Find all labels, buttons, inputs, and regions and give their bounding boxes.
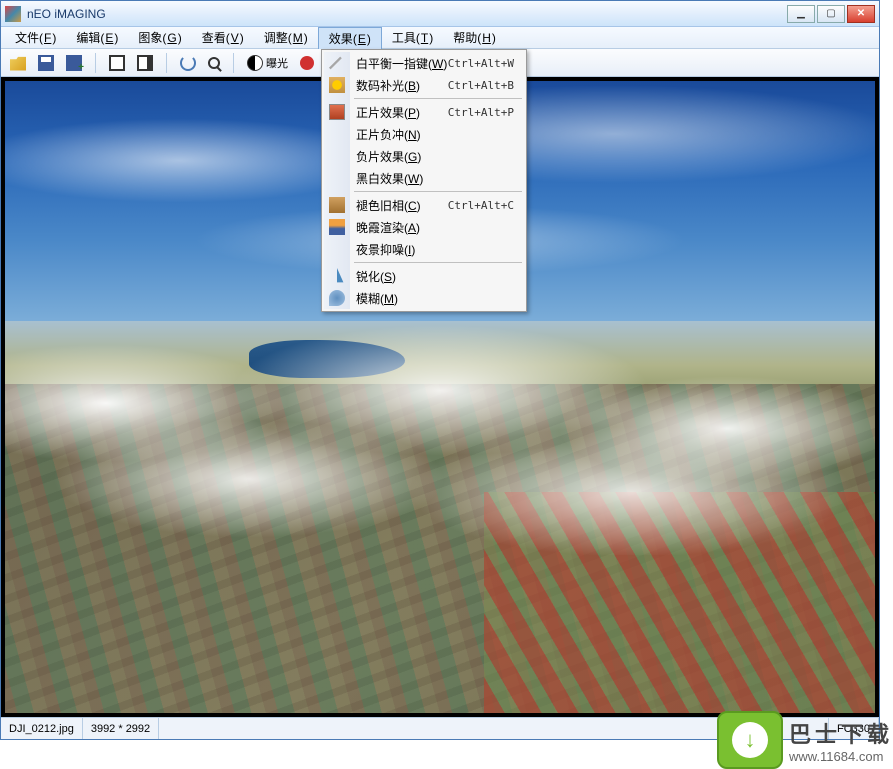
rotate-icon (180, 55, 196, 71)
dropdown-item-label: 锐化(S) (356, 268, 524, 285)
sharpen-icon (329, 268, 345, 284)
menu-file[interactable]: 文件(F) (5, 27, 66, 48)
status-dimensions: 3992 * 2992 (83, 718, 159, 739)
dropdown-item-label: 晚霞渲染(A) (356, 219, 524, 236)
dropdown-item[interactable]: 黑白效果(W) (324, 167, 524, 189)
dropdown-separator (354, 262, 522, 263)
slide-icon (329, 104, 345, 120)
saveas-button[interactable] (63, 53, 85, 73)
menu-effect[interactable]: 效果(E) (318, 27, 382, 49)
dropdown-item[interactable]: 夜景抑噪(I) (324, 238, 524, 260)
dropdown-item[interactable]: 负片效果(G) (324, 145, 524, 167)
exposure-button[interactable]: 曝光 (244, 53, 291, 73)
dropdown-item-shortcut: Ctrl+Alt+B (448, 79, 524, 92)
save-button[interactable] (35, 53, 57, 73)
open-icon (10, 55, 26, 71)
dropdown-item[interactable]: 数码补光(B)Ctrl+Alt+B (324, 74, 524, 96)
zoom-button[interactable] (205, 55, 223, 71)
saveas-icon (66, 55, 82, 71)
menu-help[interactable]: 帮助(H) (443, 27, 506, 48)
save-icon (38, 55, 54, 71)
red-circle-icon (300, 56, 314, 70)
dropdown-item-label: 白平衡一指键(W) (356, 55, 448, 72)
dropdown-item[interactable]: 白平衡一指键(W)Ctrl+Alt+W (324, 52, 524, 74)
menubar: 文件(F) 编辑(E) 图象(G) 查看(V) 调整(M) 效果(E) 工具(T… (1, 27, 879, 49)
download-badge-icon (717, 711, 783, 769)
dropdown-item[interactable]: 晚霞渲染(A) (324, 216, 524, 238)
watermark-cn: 巴士下载 (789, 717, 893, 749)
sepia-icon (329, 197, 345, 213)
exposure-label: 曝光 (266, 55, 288, 71)
separator (95, 53, 96, 73)
dropdown-item[interactable]: 锐化(S) (324, 265, 524, 287)
dropdown-item[interactable]: 正片负冲(N) (324, 123, 524, 145)
sunset-icon (329, 219, 345, 235)
dropdown-item[interactable]: 模糊(M) (324, 287, 524, 309)
dropdown-item-label: 正片效果(P) (356, 104, 448, 121)
titlebar: nEO iMAGING (1, 1, 879, 27)
menu-view[interactable]: 查看(V) (192, 27, 254, 48)
compare-icon (109, 55, 125, 71)
dropdown-item-label: 模糊(M) (356, 290, 524, 307)
fog-clouds (5, 302, 875, 555)
blur-icon (329, 290, 345, 306)
sidepanel-icon (137, 55, 153, 71)
contrast-icon (247, 55, 263, 71)
dropdown-item-label: 夜景抑噪(I) (356, 241, 524, 258)
wand-icon (329, 55, 345, 71)
separator (233, 53, 234, 73)
redeye-button[interactable] (297, 54, 317, 72)
watermark-url: www.11684.com (789, 749, 883, 764)
menu-image[interactable]: 图象(G) (128, 27, 191, 48)
compare-button[interactable] (106, 53, 128, 73)
separator (166, 53, 167, 73)
effect-dropdown: 白平衡一指键(W)Ctrl+Alt+W数码补光(B)Ctrl+Alt+B正片效果… (321, 49, 527, 312)
sidepanel-button[interactable] (134, 53, 156, 73)
minimize-button[interactable] (787, 5, 815, 23)
sun-icon (329, 77, 345, 93)
zoom-icon (208, 57, 220, 69)
maximize-button[interactable] (817, 5, 845, 23)
close-button[interactable] (847, 5, 875, 23)
dropdown-item-shortcut: Ctrl+Alt+W (448, 57, 524, 70)
watermark: 巴士下载 www.11684.com (717, 711, 893, 769)
dropdown-item-shortcut: Ctrl+Alt+P (448, 106, 524, 119)
dropdown-item-label: 数码补光(B) (356, 77, 448, 94)
dropdown-item[interactable]: 正片效果(P)Ctrl+Alt+P (324, 101, 524, 123)
open-button[interactable] (7, 53, 29, 73)
menu-adjust[interactable]: 调整(M) (254, 27, 318, 48)
dropdown-separator (354, 98, 522, 99)
window-buttons (787, 5, 875, 23)
menu-tools[interactable]: 工具(T) (382, 27, 443, 48)
dropdown-separator (354, 191, 522, 192)
dropdown-item[interactable]: 褪色旧相(C)Ctrl+Alt+C (324, 194, 524, 216)
watermark-text: 巴士下载 www.11684.com (789, 717, 893, 764)
rotate-button[interactable] (177, 53, 199, 73)
app-icon (5, 6, 21, 22)
dropdown-item-label: 负片效果(G) (356, 148, 524, 165)
dropdown-item-label: 正片负冲(N) (356, 126, 524, 143)
dropdown-item-label: 黑白效果(W) (356, 170, 524, 187)
status-filename: DJI_0212.jpg (1, 718, 83, 739)
dropdown-item-label: 褪色旧相(C) (356, 197, 448, 214)
app-window: nEO iMAGING 文件(F) 编辑(E) 图象(G) 查看(V) 调整(M… (0, 0, 880, 740)
dropdown-item-shortcut: Ctrl+Alt+C (448, 199, 524, 212)
menu-edit[interactable]: 编辑(E) (66, 27, 128, 48)
window-title: nEO iMAGING (27, 7, 787, 21)
